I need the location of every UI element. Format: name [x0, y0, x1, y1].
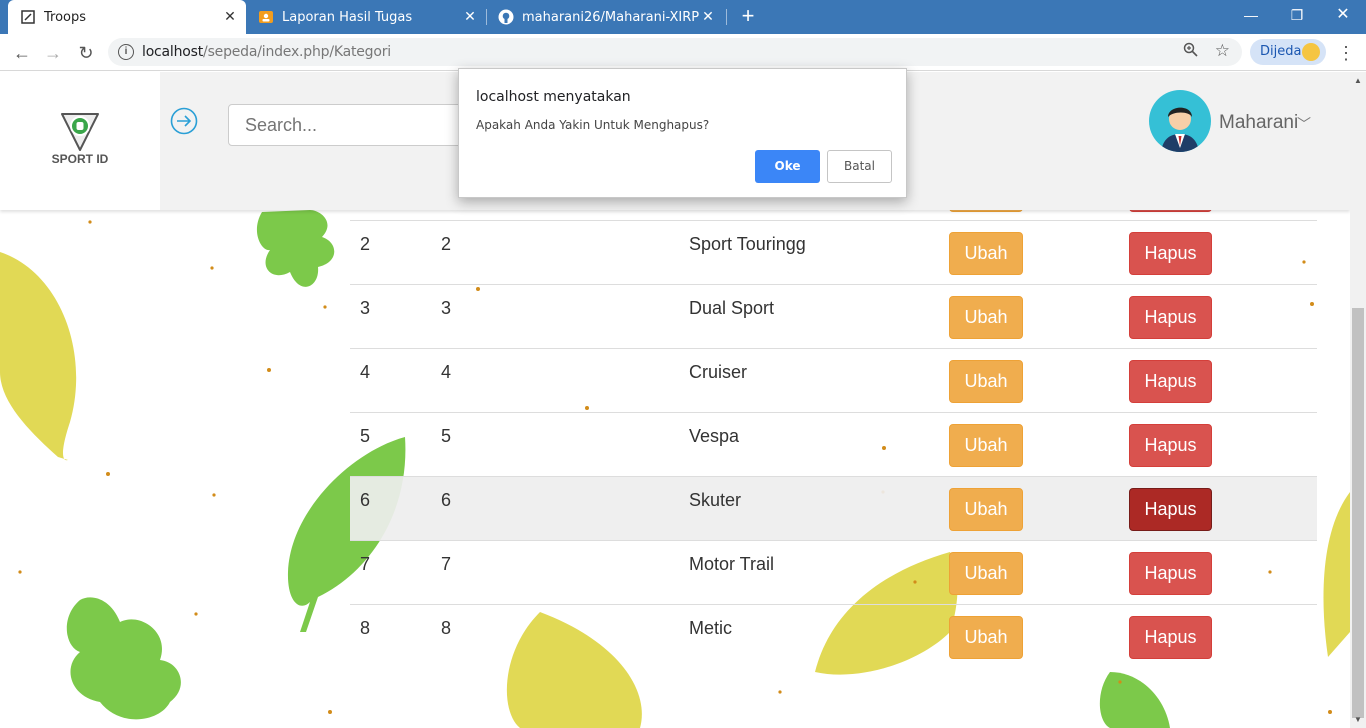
category-name: Motor Trail [689, 554, 775, 574]
new-tab-icon[interactable]: + [736, 4, 760, 28]
tab-separator [726, 9, 727, 25]
tab-github[interactable]: maharani26/Maharani-XIRPL2-2 ✕ [486, 0, 724, 34]
row-id: 3 [441, 298, 452, 318]
table-row: 3 3 Dual Sport Ubah Hapus [350, 284, 1317, 348]
minimize-icon[interactable]: — [1228, 0, 1274, 30]
restore-icon[interactable]: ❐ [1274, 0, 1320, 30]
table-row: 4 4 Cruiser Ubah Hapus [350, 348, 1317, 412]
row-number: 4 [360, 362, 371, 382]
table-row: 6 6 Skuter Ubah Hapus [350, 476, 1317, 540]
table-row: 5 5 Vespa Ubah Hapus [350, 412, 1317, 476]
sidebar-toggle-icon[interactable] [170, 107, 198, 135]
category-name: Vespa [689, 426, 740, 446]
logo-shield-icon [61, 113, 99, 151]
scroll-up-icon[interactable]: ▲ [1354, 76, 1362, 85]
edit-button[interactable]: Ubah [949, 488, 1023, 531]
close-tab-icon[interactable]: ✕ [700, 9, 716, 25]
category-name: Cruiser [689, 362, 748, 382]
confirm-dialog: localhost menyatakan Apakah Anda Yakin U… [458, 68, 907, 198]
row-id: 7 [441, 554, 452, 574]
tab-title: maharani26/Maharani-XIRPL2-2 [522, 9, 700, 25]
url-host: localhost [142, 44, 204, 60]
row-number: 2 [360, 234, 371, 254]
category-name: Skuter [689, 490, 742, 510]
forward-icon[interactable]: → [40, 40, 66, 66]
edit-button[interactable]: Ubah [949, 424, 1023, 467]
edit-button[interactable]: Ubah [949, 232, 1023, 275]
address-bar[interactable]: i localhost/sepeda/index.php/Kategori ☆ [108, 38, 1242, 66]
row-number: 7 [360, 554, 371, 574]
delete-button[interactable]: Hapus [1129, 488, 1212, 531]
browser-tab-bar: Troops ✕ Laporan Hasil Tugas ✕ maharani2… [0, 0, 1366, 34]
window-icon [21, 10, 35, 24]
edit-button[interactable]: Ubah [949, 296, 1023, 339]
delete-button[interactable]: Hapus [1129, 424, 1212, 467]
close-tab-icon[interactable]: ✕ [222, 9, 238, 25]
chevron-down-icon[interactable]: ﹀ [1297, 114, 1311, 134]
browser-toolbar: ← → ↻ i localhost/sepeda/index.php/Kateg… [0, 34, 1366, 71]
delete-button[interactable]: Hapus [1129, 360, 1212, 403]
table-row: 8 8 Metic Ubah Hapus [350, 604, 1317, 668]
zoom-icon[interactable] [1183, 42, 1198, 61]
dialog-title: localhost menyatakan [476, 89, 631, 105]
url-path: /sepeda/index.php/Kategori [203, 44, 391, 60]
row-number: 3 [360, 298, 371, 318]
edit-button[interactable]: Ubah [949, 552, 1023, 595]
edit-button[interactable]: Ubah [949, 360, 1023, 403]
github-icon [498, 9, 514, 25]
username: Maharani [1219, 112, 1299, 133]
scrollbar-thumb[interactable] [1352, 308, 1364, 718]
delete-button[interactable]: Hapus [1129, 296, 1212, 339]
row-id: 2 [441, 234, 452, 254]
ok-button[interactable]: Oke [755, 150, 820, 183]
delete-button[interactable]: Hapus [1129, 232, 1212, 275]
category-name: Metic [689, 618, 733, 638]
logo-text: SPORT ID [51, 152, 109, 166]
classroom-icon [259, 11, 273, 23]
tab-troops[interactable]: Troops ✕ [8, 0, 246, 34]
avatar [1149, 90, 1211, 152]
edit-button[interactable]: Ubah [949, 616, 1023, 659]
menu-icon[interactable]: ⋮ [1336, 40, 1356, 66]
table-row: 2 2 Sport Touringg Ubah Hapus [350, 220, 1317, 284]
category-name: Sport Touringg [689, 234, 806, 254]
close-tab-icon[interactable]: ✕ [462, 9, 478, 25]
url-text: localhost/sepeda/index.php/Kategori [142, 44, 391, 60]
delete-button[interactable]: Hapus [1129, 552, 1212, 595]
row-id: 8 [441, 618, 452, 638]
delete-button[interactable]: Hapus [1129, 616, 1212, 659]
row-id: 6 [441, 490, 452, 510]
close-window-icon[interactable]: ✕ [1320, 0, 1366, 30]
back-icon[interactable]: ← [9, 40, 35, 66]
dialog-message: Apakah Anda Yakin Untuk Menghapus? [476, 118, 710, 132]
scroll-down-icon[interactable]: ▼ [1354, 715, 1362, 724]
emoji-avatar-icon [1302, 43, 1320, 61]
tab-title: Laporan Hasil Tugas [282, 9, 413, 25]
row-id: 4 [441, 362, 452, 382]
row-number: 5 [360, 426, 371, 446]
profile-button[interactable]: Dijeda [1250, 39, 1326, 65]
reload-icon[interactable]: ↻ [73, 40, 99, 66]
page-scrollbar[interactable]: ▲ ▼ [1350, 72, 1366, 728]
tab-title: Troops [44, 9, 87, 25]
bookmark-star-icon[interactable]: ☆ [1215, 41, 1230, 61]
info-icon[interactable]: i [118, 44, 134, 60]
logo[interactable]: SPORT ID [0, 72, 160, 210]
profile-name: Dijeda [1260, 44, 1302, 59]
row-id: 5 [441, 426, 452, 446]
table-row: 7 7 Motor Trail Ubah Hapus [350, 540, 1317, 604]
category-name: Dual Sport [689, 298, 775, 318]
tab-laporan[interactable]: Laporan Hasil Tugas ✕ [246, 0, 486, 34]
row-number: 6 [360, 490, 371, 510]
cancel-button[interactable]: Batal [827, 150, 892, 183]
row-number: 8 [360, 618, 371, 638]
